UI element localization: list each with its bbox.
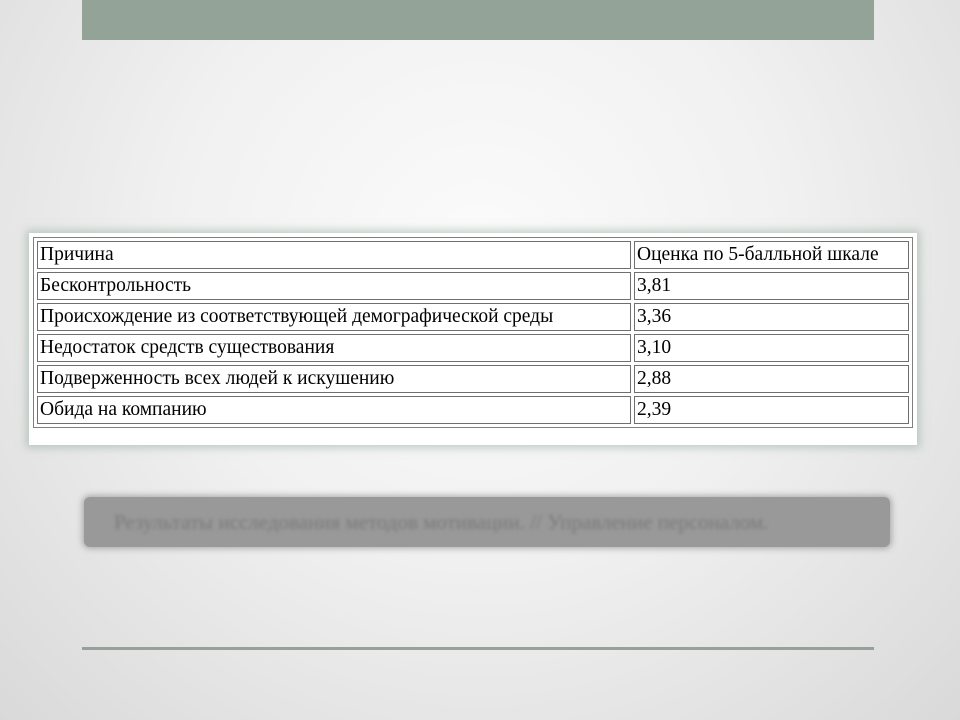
row-reason: Бесконтрольность [37, 272, 631, 300]
table-row: Недостаток средств существования 3,10 [37, 334, 909, 362]
table-row: Подверженность всех людей к искушению 2,… [37, 365, 909, 393]
row-score: 3,10 [634, 334, 909, 362]
header-score: Оценка по 5-балльной шкале [634, 241, 909, 269]
header-reason: Причина [37, 241, 631, 269]
caption-text: Результаты исследования методов мотиваци… [114, 510, 769, 534]
row-score: 2,39 [634, 396, 909, 424]
bottom-accent-line [82, 647, 874, 650]
row-reason: Происхождение из соответствующей демогра… [37, 303, 631, 331]
table-row: Обида на компанию 2,39 [37, 396, 909, 424]
row-reason: Обида на компанию [37, 396, 631, 424]
row-score: 3,81 [634, 272, 909, 300]
reasons-table: Причина Оценка по 5-балльной шкале Беско… [33, 237, 913, 428]
reasons-table-container: Причина Оценка по 5-балльной шкале Беско… [29, 233, 917, 445]
caption-box: Результаты исследования методов мотиваци… [84, 497, 890, 547]
row-score: 3,36 [634, 303, 909, 331]
row-reason: Недостаток средств существования [37, 334, 631, 362]
table-row: Происхождение из соответствующей демогра… [37, 303, 909, 331]
row-score: 2,88 [634, 365, 909, 393]
row-reason: Подверженность всех людей к искушению [37, 365, 631, 393]
table-row: Бесконтрольность 3,81 [37, 272, 909, 300]
top-accent-bar [82, 0, 874, 40]
table-header-row: Причина Оценка по 5-балльной шкале [37, 241, 909, 269]
